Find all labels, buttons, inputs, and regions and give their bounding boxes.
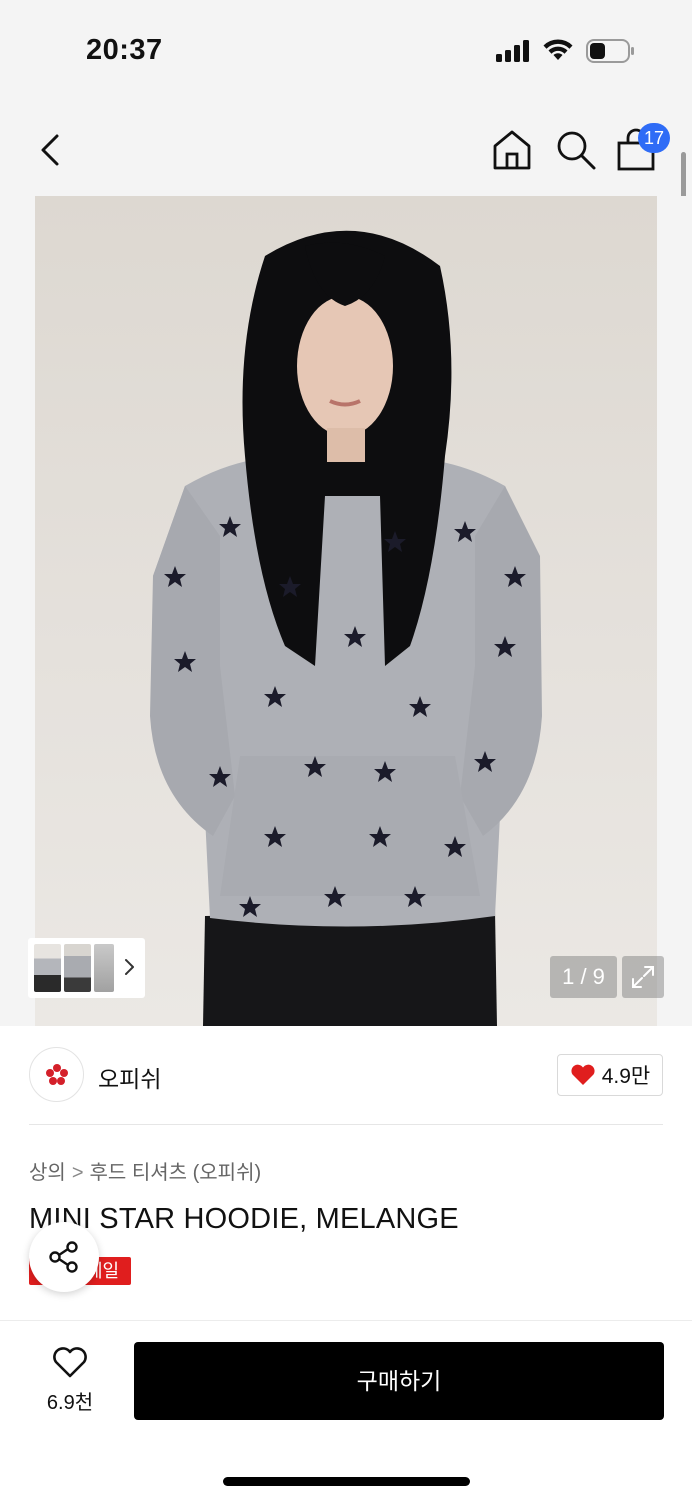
purchase-bar: 6.9천 구매하기 [0, 1320, 692, 1500]
wishlist-count: 6.9천 [46, 1392, 94, 1414]
brand-name[interactable]: 오피쉬 [98, 1060, 161, 1094]
expand-button[interactable] [622, 956, 664, 998]
breadcrumb-item[interactable]: 상의 [29, 1162, 66, 1184]
brand-logo[interactable] [29, 1047, 84, 1102]
brand-flower-icon [45, 1063, 68, 1085]
breadcrumb-separator-icon: > [71, 1162, 84, 1184]
search-icon [557, 131, 596, 170]
chevron-left-icon [41, 134, 59, 166]
product-gallery[interactable]: 1 / 9 [0, 196, 692, 1026]
thumbnail-strip[interactable] [28, 938, 145, 998]
product-title: MINI STAR HOODIE, MELANGE [29, 1203, 459, 1235]
home-icon [493, 130, 531, 170]
product-photo[interactable] [35, 196, 657, 1026]
model-illustration [150, 230, 542, 1026]
back-button[interactable] [30, 128, 70, 172]
cart-button[interactable]: 17 [616, 123, 670, 172]
chevron-right-icon [125, 959, 134, 975]
home-button[interactable] [490, 128, 534, 172]
expand-icon [632, 966, 654, 988]
share-button[interactable] [29, 1222, 99, 1292]
battery-icon [586, 39, 634, 63]
breadcrumb: 상의 > 후드 티셔츠 (오피쉬) [29, 1156, 261, 1185]
status-time: 20:37 [86, 34, 163, 66]
wishlist-button[interactable]: 6.9천 [30, 1347, 110, 1417]
heart-outline-icon [53, 1347, 87, 1378]
cart-count-badge: 17 [638, 123, 670, 153]
buy-button[interactable]: 구매하기 [134, 1342, 664, 1420]
heart-icon [571, 1064, 595, 1085]
thumbnail-image[interactable] [34, 944, 61, 992]
status-bar: 20:37 [0, 0, 692, 100]
cellular-signal-icon [496, 40, 529, 62]
top-nav: 17 [0, 100, 692, 196]
search-button[interactable] [554, 128, 598, 172]
share-icon [49, 1241, 78, 1273]
brand-like-count: 4.9만 [601, 1065, 651, 1088]
home-indicator[interactable] [223, 1477, 470, 1486]
thumbnail-image[interactable] [94, 944, 114, 992]
wifi-icon [543, 39, 573, 60]
thumbnail-image[interactable] [64, 944, 91, 992]
brand-like-button[interactable]: 4.9만 [557, 1054, 663, 1096]
divider [29, 1124, 663, 1125]
image-pager: 1 / 9 [550, 956, 617, 998]
breadcrumb-item[interactable]: 후드 티셔츠 (오피쉬) [90, 1162, 262, 1184]
